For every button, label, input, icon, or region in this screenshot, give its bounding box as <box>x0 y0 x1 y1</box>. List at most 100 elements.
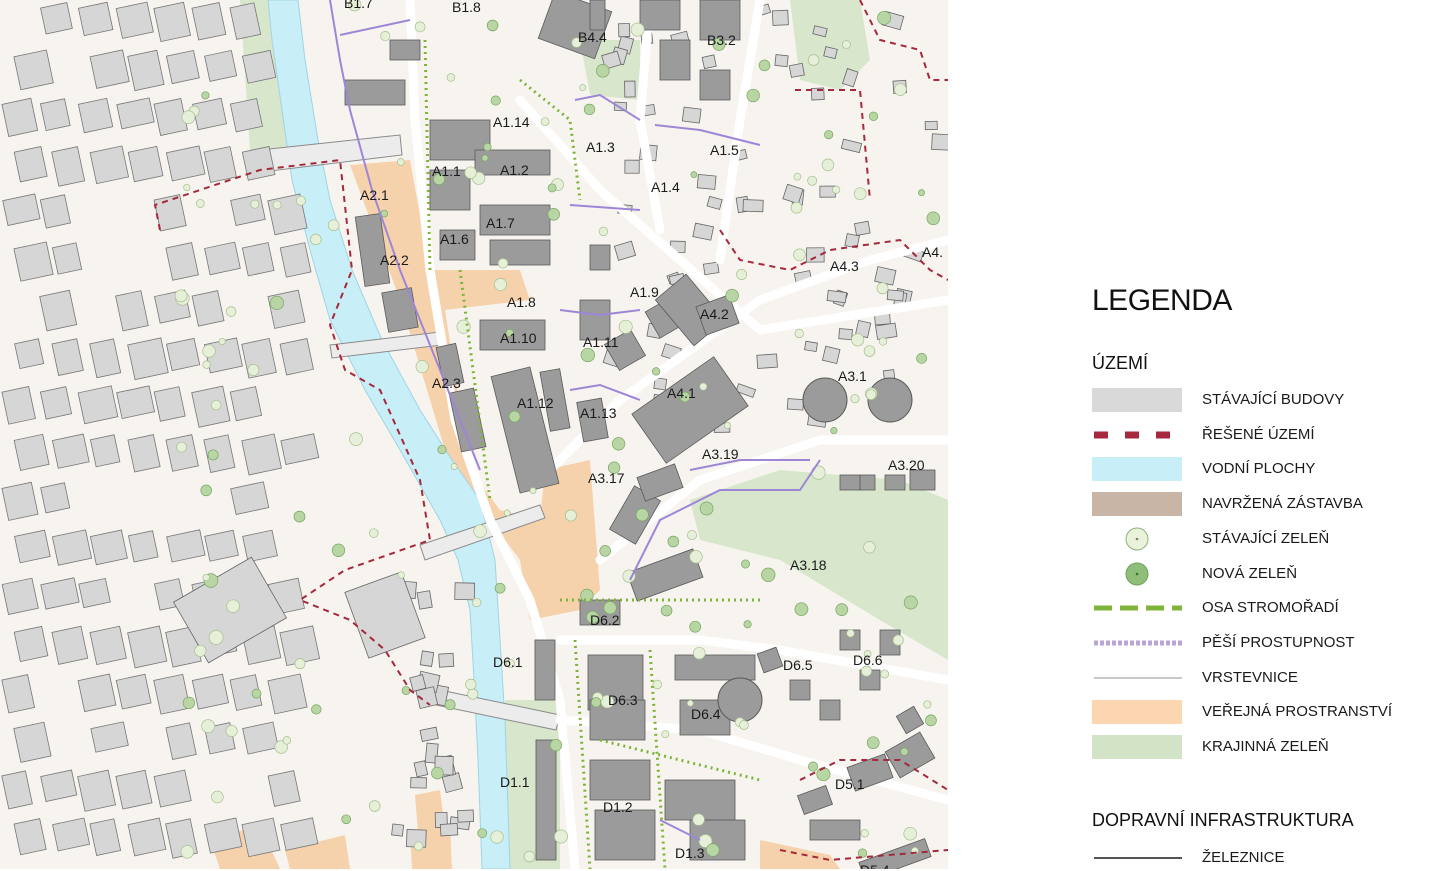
existing-building <box>204 49 238 82</box>
proposed-building <box>589 0 606 31</box>
existing-tree <box>225 306 237 317</box>
block-label: A2.3 <box>432 375 461 391</box>
existing-tree <box>494 278 507 291</box>
existing-tree <box>832 185 841 194</box>
proposed-building <box>594 809 656 861</box>
existing-tree <box>894 83 907 96</box>
existing-tree <box>250 199 260 209</box>
existing-building <box>804 340 818 352</box>
existing-building <box>886 289 905 302</box>
existing-building <box>419 650 435 667</box>
existing-tree <box>396 158 405 166</box>
block-label: A3.17 <box>588 470 625 486</box>
existing-tree <box>692 813 705 826</box>
existing-building <box>77 769 116 812</box>
block-label: A1.13 <box>580 405 617 421</box>
proposed-building <box>344 79 406 106</box>
new-tree <box>251 688 262 699</box>
existing-tree <box>853 187 867 201</box>
existing-tree <box>294 658 306 670</box>
new-tree <box>835 603 849 616</box>
new-tree <box>481 154 489 162</box>
existing-building <box>853 220 871 236</box>
existing-tree <box>821 158 835 172</box>
existing-tree <box>851 333 865 347</box>
existing-building <box>1 97 39 137</box>
existing-building <box>77 385 119 425</box>
legend-swatch <box>1092 700 1182 725</box>
existing-tree <box>863 541 876 554</box>
legend-swatch <box>1094 857 1182 859</box>
existing-tree <box>598 226 609 237</box>
existing-tree <box>272 200 282 210</box>
legend-item-label: STÁVAJÍCÍ ZELEŇ <box>1202 529 1330 547</box>
new-tree <box>437 445 447 455</box>
legend-swatch <box>1094 676 1182 679</box>
new-tree <box>743 620 752 629</box>
existing-tree <box>465 678 477 691</box>
block-label: A1.12 <box>517 395 554 411</box>
legend-item-5: NOVÁ ZELEŇ <box>1092 561 1432 587</box>
existing-building <box>1 481 39 521</box>
existing-tree <box>807 175 818 186</box>
existing-tree <box>878 337 888 346</box>
existing-tree <box>793 248 806 262</box>
existing-tree <box>218 337 226 346</box>
legend-item-2: VODNÍ PLOCHY <box>1092 456 1432 482</box>
existing-building <box>39 194 71 229</box>
map-panel[interactable]: B1.7 B1.8 B4.4 B3.2 A1.14 A1.3 A1.5 A1.1 A1.2 A1.… <box>0 0 948 869</box>
existing-building <box>51 625 89 665</box>
block-label: A4.2 <box>700 306 729 322</box>
block-label: D1.3 <box>675 845 705 861</box>
proposed-building <box>381 287 419 333</box>
existing-building <box>89 625 127 666</box>
existing-building <box>771 9 789 26</box>
existing-tree <box>863 345 876 357</box>
new-tree <box>651 367 661 376</box>
legend-swatch <box>1092 457 1182 482</box>
existing-building <box>127 337 169 381</box>
new-tree <box>758 59 771 72</box>
existing-building <box>191 673 230 710</box>
new-tree <box>311 704 322 715</box>
legend-item-label: PĚŠÍ PROSTUPNOST <box>1202 633 1355 651</box>
legend-item-label: VRSTEVNICE <box>1202 668 1298 686</box>
block-label: B3.2 <box>707 32 736 48</box>
legend-panel: LEGENDA ÚZEMÍ STÁVAJÍCÍ BUDOVY ŘEŠENÉ ÚZE… <box>1092 0 1435 869</box>
existing-building <box>756 353 778 369</box>
block-label: A1.14 <box>493 114 530 130</box>
existing-building <box>696 174 717 190</box>
new-tree <box>201 91 210 100</box>
existing-building <box>77 97 114 134</box>
existing-tree <box>652 679 663 690</box>
legend-section-transport: DOPRAVNÍ INFRASTRUKTURA <box>1092 810 1354 830</box>
urban-plan-map[interactable]: B1.7 B1.8 B4.4 B3.2 A1.14 A1.3 A1.5 A1.1 A1.2 A1.… <box>0 0 948 869</box>
new-tree <box>816 767 831 782</box>
existing-building <box>438 652 455 668</box>
existing-building <box>454 582 476 601</box>
existing-tree <box>176 441 187 453</box>
new-tree <box>549 739 563 752</box>
proposed-tower <box>867 377 913 423</box>
existing-tree <box>226 599 240 613</box>
existing-tree <box>202 573 210 582</box>
legend-item-label: NOVÁ ZELEŇ <box>1202 564 1298 582</box>
block-label: D6.1 <box>493 654 523 670</box>
existing-tree <box>503 509 511 517</box>
existing-tree <box>687 530 697 541</box>
existing-building <box>267 673 308 715</box>
existing-tree <box>211 399 222 411</box>
existing-tree <box>529 487 537 494</box>
block-label: D1.2 <box>603 799 633 815</box>
existing-tree <box>211 790 224 804</box>
existing-tree <box>736 269 748 280</box>
existing-building <box>40 482 71 514</box>
new-tree <box>547 183 557 193</box>
new-tree <box>444 699 456 711</box>
existing-building <box>115 673 152 710</box>
existing-building <box>127 625 168 669</box>
block-label: A1.7 <box>486 215 515 231</box>
existing-building <box>439 823 459 837</box>
new-tree <box>706 843 720 857</box>
existing-tree <box>850 394 860 404</box>
